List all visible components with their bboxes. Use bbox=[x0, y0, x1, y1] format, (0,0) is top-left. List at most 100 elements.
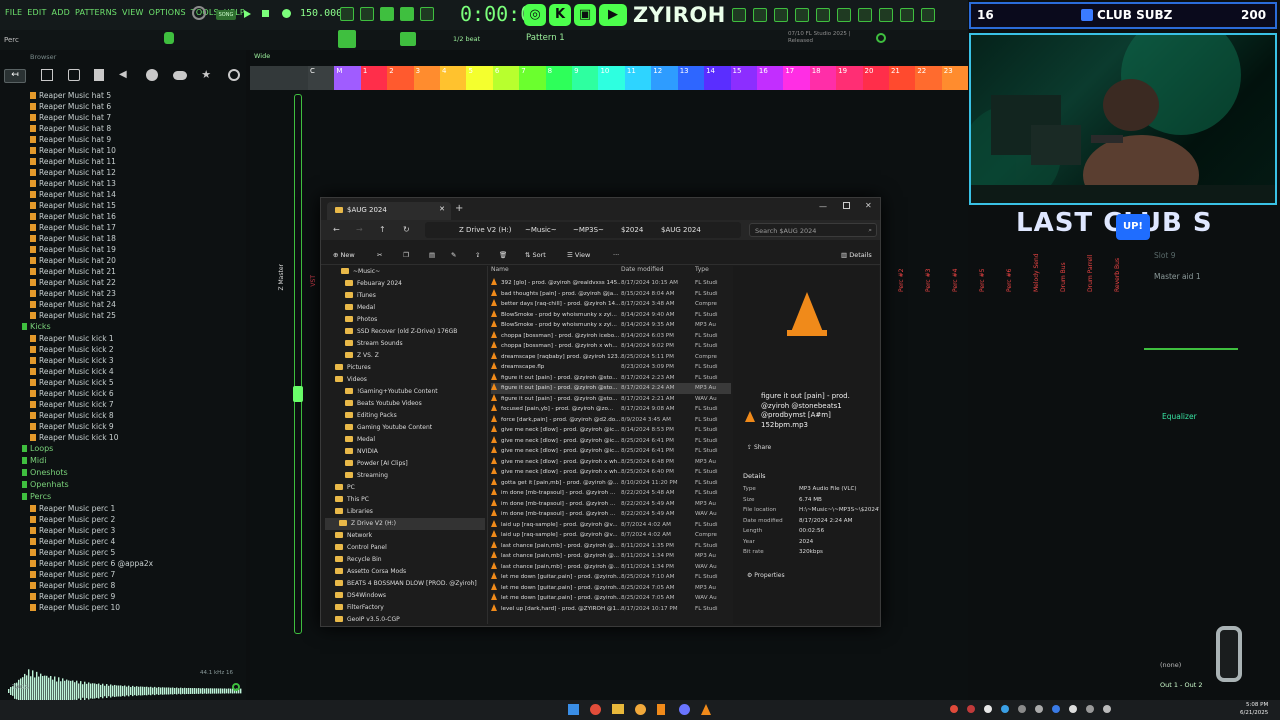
nav-item[interactable]: Network bbox=[325, 530, 485, 542]
browser-sample[interactable]: Reaper Music kick 3 bbox=[8, 355, 244, 366]
nav-item[interactable]: Editing Packs bbox=[325, 410, 485, 422]
fx-slot[interactable]: Slot 9 bbox=[1154, 251, 1176, 260]
file-row[interactable]: better days [raq-chill] - prod. @zyiroh … bbox=[491, 299, 731, 310]
wifi-icon[interactable] bbox=[1086, 705, 1094, 713]
browser-cloud-icon[interactable] bbox=[172, 71, 187, 80]
browser-sample[interactable]: Reaper Music perc 5 bbox=[8, 547, 244, 558]
browser-sample[interactable]: Reaper Music hat 21 bbox=[8, 266, 244, 277]
file-row[interactable]: im done [mb-trapsoul] - prod. @zyiroh ..… bbox=[491, 498, 731, 510]
ruler-bar[interactable]: 9 bbox=[572, 66, 599, 90]
browser-star-icon[interactable]: ★ bbox=[201, 69, 213, 81]
ruler-bar[interactable]: 15 bbox=[730, 66, 757, 90]
crumb-2024[interactable]: $2024 bbox=[621, 226, 643, 234]
browser-folder[interactable]: Kicks bbox=[8, 321, 244, 333]
close-tab-icon[interactable]: ✕ bbox=[439, 205, 445, 213]
close-window-icon[interactable]: ✕ bbox=[865, 201, 872, 210]
pattern-selector[interactable]: Pattern 1 bbox=[526, 33, 565, 43]
mixer-track-label[interactable]: Drum Parrell bbox=[1087, 248, 1094, 292]
file-row[interactable]: laid up [raq-sample] - prod. @zyiroh @v.… bbox=[491, 530, 731, 541]
file-row[interactable]: let me down [guitar,pain] - prod. @zyiro… bbox=[491, 582, 731, 594]
file-row[interactable]: let me down [guitar,pain] - prod. @zyiro… bbox=[491, 593, 731, 604]
browser-sample[interactable]: Reaper Music hat 9 bbox=[8, 134, 244, 145]
browser-icon[interactable] bbox=[900, 8, 914, 22]
browser-sample[interactable]: Reaper Music hat 7 bbox=[8, 112, 244, 123]
browser-back-icon[interactable]: ↤ bbox=[4, 69, 26, 83]
refresh-icon[interactable]: ↻ bbox=[403, 225, 410, 234]
browser-sample[interactable]: Reaper Music hat 8 bbox=[8, 123, 244, 134]
browser-folder[interactable]: Loops bbox=[8, 443, 244, 455]
mixer-track-label[interactable]: Perc #6 bbox=[1006, 248, 1013, 292]
start-icon[interactable] bbox=[568, 704, 579, 715]
browser-sample[interactable]: Reaper Music hat 23 bbox=[8, 288, 244, 299]
nav-item[interactable]: Assetto Corsa Mods bbox=[325, 566, 485, 578]
tray-app-icon[interactable] bbox=[967, 705, 975, 713]
file-row[interactable]: last chance [pain,mb] - prod. @zyiroh @.… bbox=[491, 561, 731, 573]
file-row[interactable]: give me neck [dlow] - prod. @zyiroh @ic.… bbox=[491, 435, 731, 447]
up-arrow-icon[interactable]: ↑ bbox=[379, 225, 386, 234]
browser-sample[interactable]: Reaper Music hat 25 bbox=[8, 310, 244, 321]
crumb-mp3s[interactable]: ~MP3S~ bbox=[573, 226, 604, 234]
browser-sample[interactable]: Reaper Music hat 13 bbox=[8, 178, 244, 189]
file-row[interactable]: choppa [bossman] - prod. @zyiroh icebo..… bbox=[491, 330, 731, 342]
play-icon[interactable] bbox=[244, 10, 252, 18]
ruler-bar[interactable]: 11 bbox=[624, 66, 652, 90]
nav-item[interactable]: BEATS 4 BOSSMAN DLOW [PROD. @Zyiroh] bbox=[325, 578, 485, 590]
file-row[interactable]: im done [mb-trapsoul] - prod. @zyiroh ..… bbox=[491, 488, 731, 499]
nav-item[interactable]: This PC bbox=[325, 494, 485, 506]
share-button[interactable]: ⇪ Share bbox=[747, 444, 771, 451]
browser-globe-icon[interactable] bbox=[228, 69, 240, 81]
ruler-bar[interactable]: 22 bbox=[915, 66, 942, 90]
tray-app-icon[interactable] bbox=[950, 705, 958, 713]
fl-studio-icon[interactable] bbox=[657, 704, 665, 715]
browser-sample[interactable]: Reaper Music kick 7 bbox=[8, 399, 244, 410]
explorer-tab[interactable]: $AUG 2024 ✕ bbox=[327, 202, 451, 220]
minimize-icon[interactable]: — bbox=[819, 202, 827, 211]
ruler-bar[interactable]: 2 bbox=[387, 66, 414, 90]
share-icon[interactable]: ⇪ bbox=[475, 251, 480, 259]
ruler-bar[interactable]: 14 bbox=[704, 66, 731, 90]
details-button[interactable]: ▥ Details bbox=[841, 251, 872, 259]
fx-slot-master-aid[interactable]: Master aid 1 bbox=[1154, 272, 1201, 281]
discord-icon[interactable] bbox=[679, 704, 690, 715]
nav-item[interactable]: Control Panel bbox=[325, 542, 485, 554]
new-button[interactable]: ⊕ New bbox=[333, 251, 355, 259]
browser-sample[interactable]: Reaper Music hat 20 bbox=[8, 255, 244, 266]
ruler-bar[interactable]: 8 bbox=[545, 66, 573, 90]
countdown-icon[interactable] bbox=[380, 7, 394, 21]
browser-sample[interactable]: Reaper Music hat 19 bbox=[8, 244, 244, 255]
nav-item[interactable]: ~Music~ bbox=[325, 266, 485, 278]
nav-item[interactable]: FilterFactory bbox=[325, 602, 485, 614]
file-row[interactable]: figure it out [pain] - prod. @zyiroh @st… bbox=[491, 372, 731, 384]
record-icon[interactable] bbox=[282, 9, 291, 18]
nav-item[interactable]: Pictures bbox=[325, 362, 485, 374]
nav-item[interactable]: iTunes bbox=[325, 290, 485, 302]
nav-item[interactable]: Medal bbox=[325, 302, 485, 314]
file-row[interactable]: bad thoughts [pain] - prod. @zyiroh @ja.… bbox=[491, 288, 731, 300]
browser-folder[interactable]: Oneshots bbox=[8, 467, 244, 479]
microphone-icon[interactable] bbox=[795, 8, 809, 22]
output-selector[interactable]: Out 1 - Out 2 bbox=[1160, 681, 1202, 689]
ruler-bar[interactable]: 1 bbox=[360, 66, 388, 90]
file-row[interactable]: BlowSmoke - prod by whoismunky x zyi... 8… bbox=[491, 309, 731, 321]
rename-icon[interactable]: ✎ bbox=[451, 251, 456, 259]
tempo-knob[interactable] bbox=[192, 6, 206, 20]
browser-folder[interactable]: Midi bbox=[8, 455, 244, 467]
mixer-track-label[interactable]: Perc #4 bbox=[952, 248, 959, 292]
file-row[interactable]: dreamscape [raqbaby] prod. @zyiroh 123..… bbox=[491, 351, 731, 363]
playlist-icon[interactable] bbox=[879, 8, 893, 22]
file-row[interactable]: last chance [pain,mb] - prod. @zyiroh @.… bbox=[491, 551, 731, 562]
ruler-bar[interactable]: C bbox=[308, 66, 335, 90]
browser-file-icon[interactable] bbox=[94, 69, 105, 81]
sort-button[interactable]: ⇅ Sort bbox=[525, 251, 546, 259]
file-row[interactable]: give me neck [dlow] - prod. @zyiroh @ic.… bbox=[491, 446, 731, 457]
tray-app-icon[interactable] bbox=[984, 705, 992, 713]
menu-item[interactable]: VIEW bbox=[122, 8, 144, 17]
browser-sample[interactable]: Reaper Music hat 11 bbox=[8, 156, 244, 167]
file-row[interactable]: give me neck [dlow] - prod. @zyiroh x wh… bbox=[491, 467, 731, 478]
browser-sample[interactable]: Reaper Music kick 2 bbox=[8, 344, 244, 355]
nav-item[interactable]: !Gaming+Youtube Content bbox=[325, 386, 485, 398]
browser-current-icon[interactable] bbox=[40, 69, 53, 81]
browser-sample[interactable]: Reaper Music hat 22 bbox=[8, 277, 244, 288]
browser-sample[interactable]: Reaper Music perc 6 @appa2x bbox=[8, 558, 244, 569]
nav-item[interactable]: SSD Recover (old Z-Drive) 176GB bbox=[325, 326, 485, 338]
